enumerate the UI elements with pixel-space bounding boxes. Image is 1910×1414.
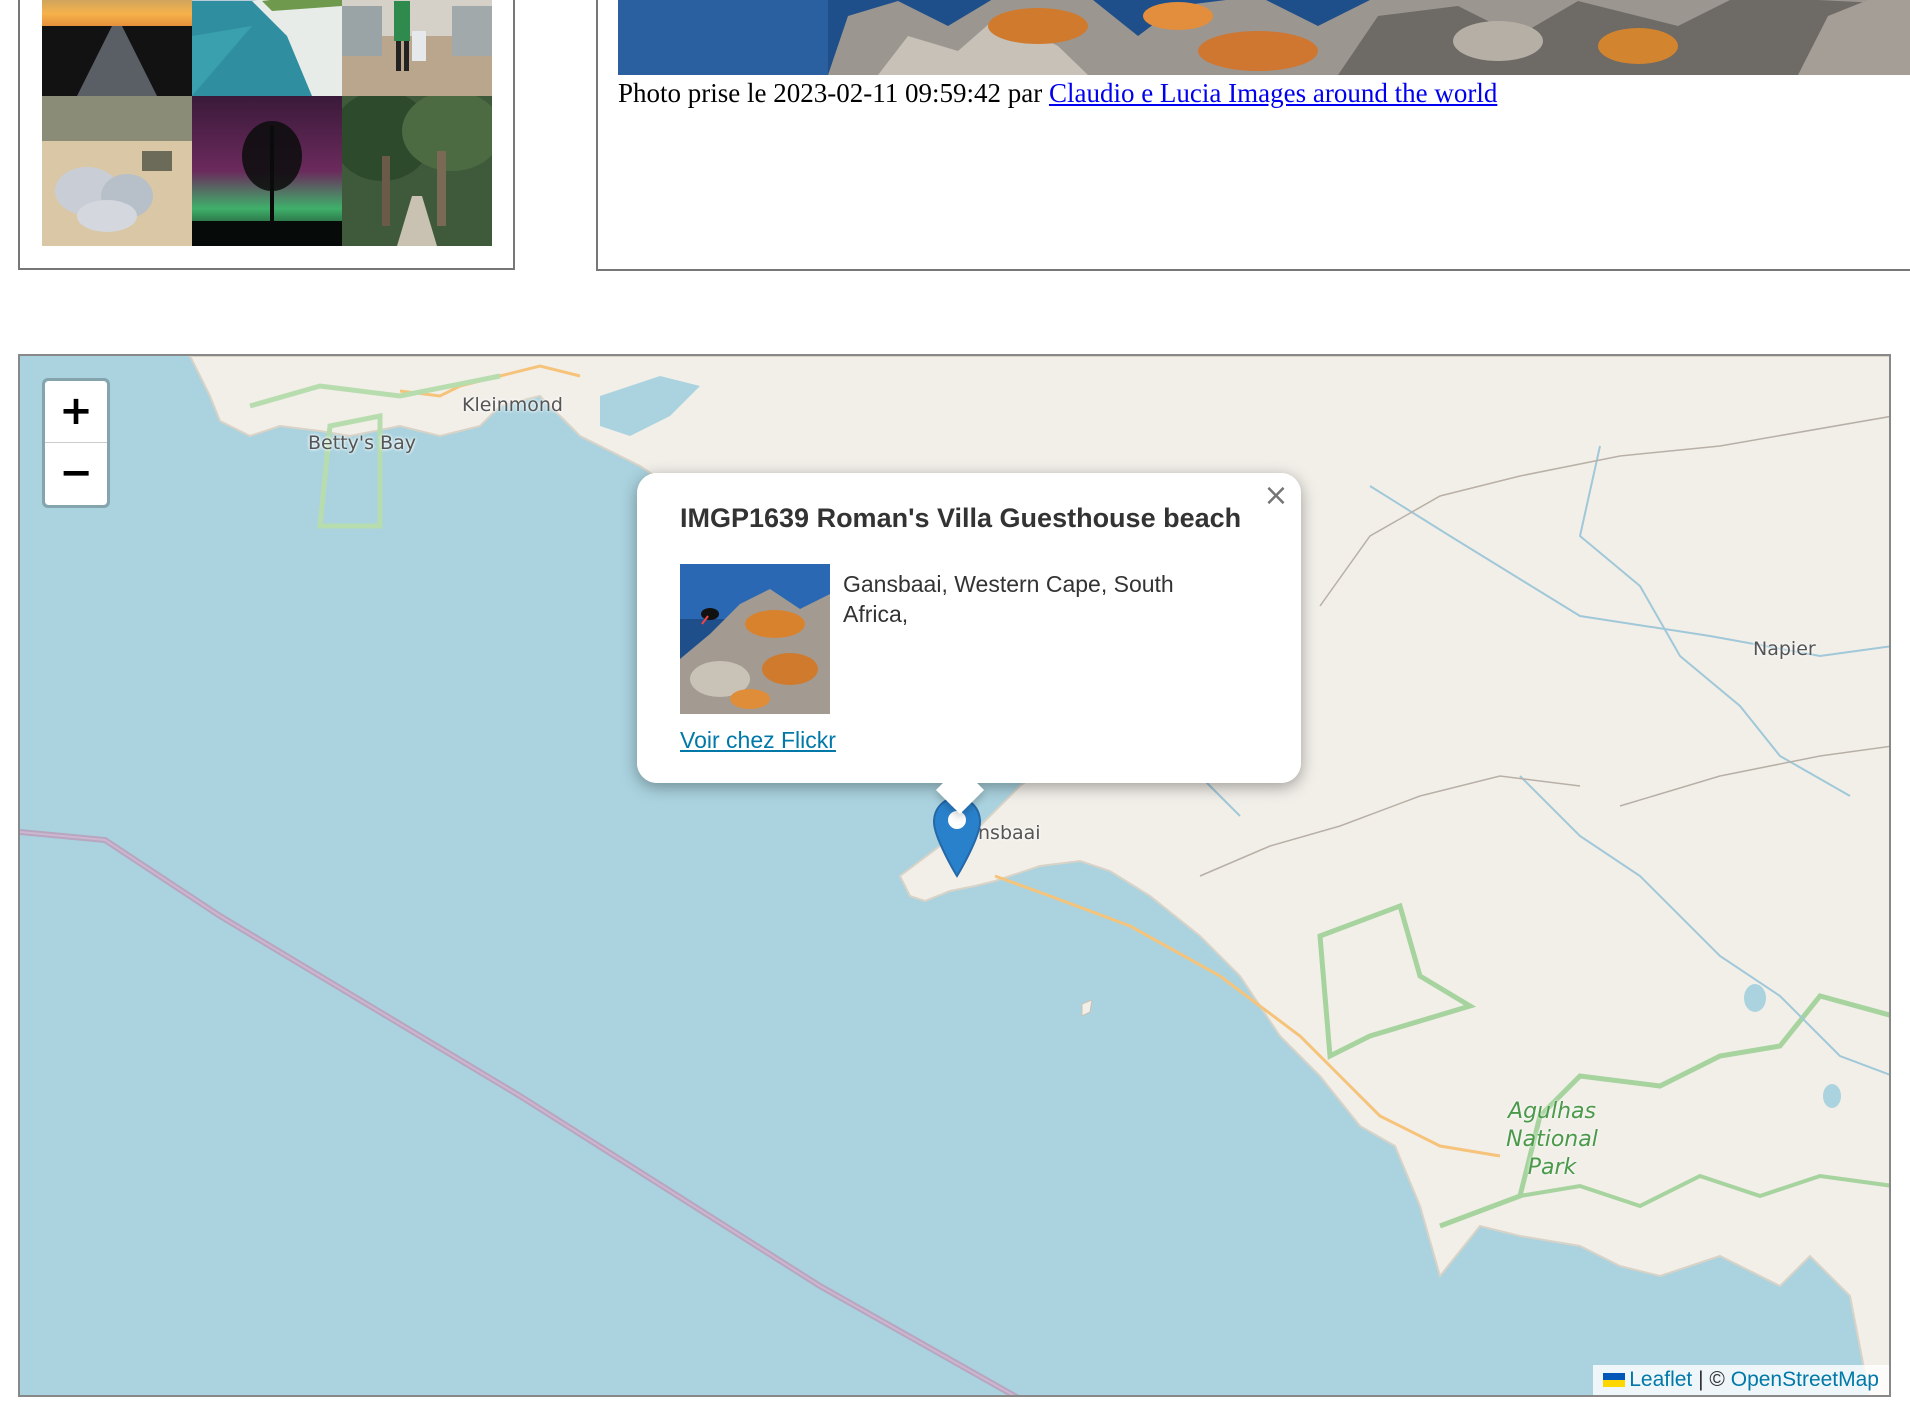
thumbnail-trash-bags-beach[interactable] [42,96,192,246]
photo-caption: Photo prise le 2023-02-11 09:59:42 par C… [618,78,1497,109]
flickr-link[interactable]: Voir chez Flickr [680,727,836,754]
map-attribution: Leaflet | © OpenStreetMap [1593,1365,1889,1395]
main-photo [618,0,1910,75]
thumbnail-panel [18,0,515,270]
maritime-boundary [20,829,1020,1395]
leaflet-link[interactable]: Leaflet [1629,1368,1692,1391]
thumbnail-sunset-boardwalk[interactable] [42,0,192,96]
popup-photo-thumbnail[interactable] [680,564,830,714]
openstreetmap-link[interactable]: OpenStreetMap [1731,1368,1879,1391]
park-label-line2: National [1506,1127,1598,1152]
zoom-out-button[interactable]: − [45,443,107,505]
map-label-bettys-bay: Betty's Bay [308,432,416,454]
park-label-line1: Agulhas [1508,1099,1596,1124]
thumbnail-white-cliffs-sea[interactable] [192,0,342,96]
attribution-separator: | © [1698,1368,1725,1391]
photo-caption-text: Photo prise le 2023-02-11 09:59:42 par [618,78,1043,108]
popup-close-button[interactable]: × [1261,481,1291,511]
map-label-napier: Napier [1753,638,1816,660]
popup-location: Gansbaai, Western Cape, South Africa, [843,571,1174,627]
island [1081,999,1093,1017]
map-label-agulhas-national-park: Agulhas National Park [1492,1098,1612,1182]
photo-panel: Photo prise le 2023-02-11 09:59:42 par C… [596,0,1910,271]
popup-title: IMGP1639 Roman's Villa Guesthouse beach [680,503,1242,533]
thumbnail-aurora-tree[interactable] [192,96,342,246]
ukraine-flag-icon [1603,1373,1626,1387]
map[interactable]: Betty's Bay Kleinmond Napier nsbaai Agul… [18,354,1891,1397]
lake [1744,984,1766,1012]
map-label-kleinmond: Kleinmond [462,394,563,416]
thumbnail-forest-path[interactable] [342,96,492,246]
zoom-in-button[interactable]: + [45,381,107,443]
photo-author-link[interactable]: Claudio e Lucia Images around the world [1049,78,1497,108]
map-popup: × IMGP1639 Roman's Villa Guesthouse beac… [637,473,1301,815]
zoom-control: + − [42,378,110,508]
thumbnail-person-on-pier[interactable] [342,0,492,96]
map-label-gansbaai: nsbaai [978,822,1041,844]
park-label-line3: Park [1527,1155,1577,1180]
